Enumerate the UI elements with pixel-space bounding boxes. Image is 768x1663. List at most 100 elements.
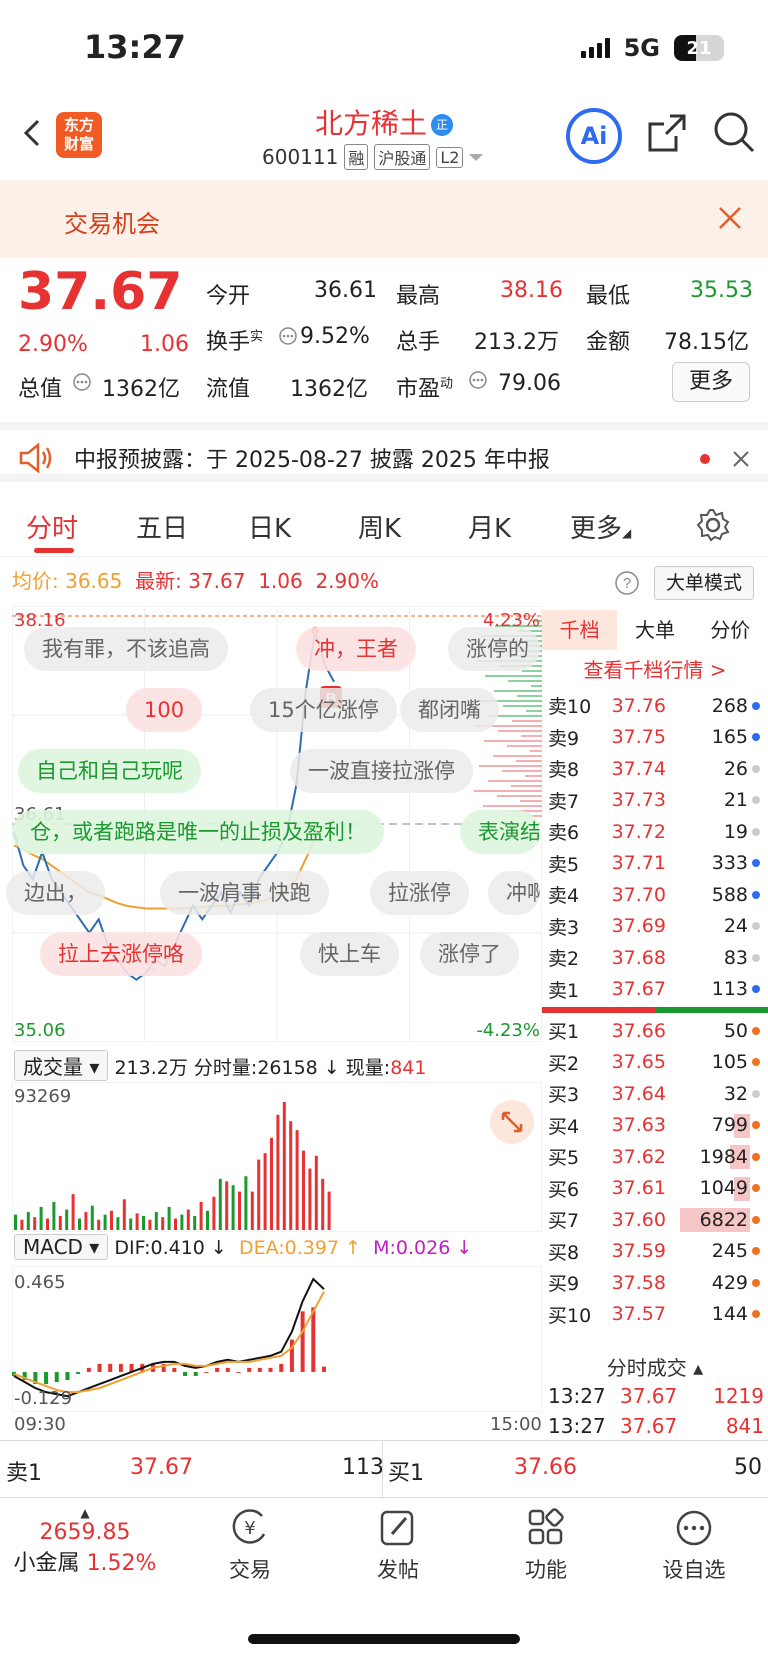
ask-level-row[interactable]: 卖9 37.75 165 xyxy=(542,722,768,754)
help-icon[interactable]: ? xyxy=(614,570,640,596)
level-dot xyxy=(752,953,760,962)
bid-level-row[interactable]: 买10 37.57 144 xyxy=(542,1299,768,1331)
more-button[interactable]: 更多 xyxy=(672,362,750,402)
level-dot xyxy=(752,985,760,994)
volume-bar xyxy=(238,1191,241,1230)
level-dot xyxy=(752,890,760,899)
notice-bar[interactable]: 中报预披露：于 2025-08-27 披露 2025 年中报 xyxy=(0,422,768,482)
nav-functions[interactable]: 功能 xyxy=(486,1508,606,1584)
macd-dropdown[interactable]: MACD ▾ xyxy=(14,1234,109,1260)
level-volume: 19 xyxy=(723,820,748,843)
bid-level-row[interactable]: 买6 37.61 1049 xyxy=(542,1173,768,1205)
ask-level-row[interactable]: 卖4 37.70 588 xyxy=(542,879,768,911)
volume-chart[interactable]: 93269 xyxy=(12,1082,542,1232)
comment-bubble[interactable]: 冲啊 xyxy=(488,871,540,915)
level-dot xyxy=(752,1152,760,1161)
level-label: 卖6 xyxy=(548,822,580,845)
volume-bar xyxy=(33,1217,37,1230)
comment-bubble[interactable]: 100 xyxy=(126,688,203,732)
ask-level-row[interactable]: 卖10 37.76 268 xyxy=(542,690,768,722)
chart-head: 均价: 36.65 最新: 37.67 1.06 2.90% xyxy=(12,569,379,593)
amount-label: 金额 xyxy=(586,330,631,355)
share-icon[interactable] xyxy=(646,112,688,154)
comment-bubble[interactable]: 快上车 xyxy=(300,932,399,976)
bid-level-row[interactable]: 买8 37.59 245 xyxy=(542,1236,768,1268)
tab-price-split[interactable]: 分价 xyxy=(693,610,768,650)
status-icons: 5G 21 xyxy=(580,34,724,62)
comment-bubble[interactable]: 一波肩事 快跑 xyxy=(160,871,329,915)
depth-bar xyxy=(526,710,542,712)
volume-dropdown[interactable]: 成交量 ▾ xyxy=(14,1050,109,1081)
comment-bubble[interactable]: 都闭嘴 xyxy=(400,688,499,732)
comment-bubble[interactable]: 涨停了 xyxy=(420,932,519,976)
level-label: 买2 xyxy=(548,1052,580,1075)
comment-bubble[interactable]: 冲，王者 xyxy=(296,627,416,671)
change-pct: 2.90% xyxy=(18,332,88,357)
info-icon[interactable] xyxy=(72,372,92,392)
comment-bubble[interactable]: 一波直接拉涨停 xyxy=(290,749,473,793)
bid-level-row[interactable]: 买4 37.63 799 xyxy=(542,1110,768,1142)
ask-level-row[interactable]: 卖3 37.69 24 xyxy=(542,911,768,943)
comment-bubble[interactable]: 15个亿涨停 xyxy=(250,688,397,732)
close-icon[interactable] xyxy=(732,450,750,468)
low-value: 35.53 xyxy=(690,278,753,303)
comment-bubble[interactable]: 边出， xyxy=(6,871,105,915)
tab-intraday[interactable]: 分时 xyxy=(26,508,78,545)
macd-chart[interactable]: 0.465 -0.129 xyxy=(12,1266,542,1412)
index-ticker[interactable]: ▲ 2659.85 小金属 1.52% xyxy=(0,1506,170,1577)
bid-level-row[interactable]: 买5 37.62 1984 xyxy=(542,1141,768,1173)
trades-title[interactable]: 分时成交 ▴ xyxy=(542,1352,768,1381)
level-price: 37.65 xyxy=(611,1051,666,1074)
ai-button[interactable]: Ai xyxy=(566,108,622,164)
ask-level-row[interactable]: 卖5 37.71 333 xyxy=(542,848,768,880)
ask-level-row[interactable]: 卖2 37.68 83 xyxy=(542,942,768,974)
bid-level-row[interactable]: 买7 37.60 6822 xyxy=(542,1204,768,1236)
bid-level-row[interactable]: 买3 37.64 32 xyxy=(542,1078,768,1110)
nav-trade[interactable]: ¥ 交易 xyxy=(190,1508,310,1584)
bid-level-row[interactable]: 买1 37.66 50 xyxy=(542,1015,768,1047)
info-icon[interactable] xyxy=(468,370,488,390)
bid-level-row[interactable]: 买2 37.65 105 xyxy=(542,1047,768,1079)
info-icon[interactable] xyxy=(278,326,298,346)
comment-bubble[interactable]: 涨停的 xyxy=(448,627,540,671)
comment-bubble[interactable]: 表演结 xyxy=(460,810,540,854)
ask-level-row[interactable]: 卖6 37.72 19 xyxy=(542,816,768,848)
status-time: 13:27 xyxy=(84,28,186,66)
comment-bubble[interactable]: 自己和自己玩呢 xyxy=(18,749,201,793)
ask-level-row[interactable]: 卖1 37.67 113 xyxy=(542,974,768,1006)
level-label: 买3 xyxy=(548,1084,580,1107)
comment-bubble[interactable]: 我有罪，不该追高 xyxy=(24,627,228,671)
tab-big-orders[interactable]: 大单 xyxy=(617,610,692,650)
comment-bubble[interactable]: 仓，或者跑路是唯一的止损及盈利！ xyxy=(12,810,384,854)
close-icon[interactable] xyxy=(718,206,742,230)
tab-more[interactable]: 更多◢ xyxy=(570,508,631,545)
depth-bar xyxy=(498,730,542,732)
expand-button[interactable] xyxy=(490,1100,534,1144)
dropdown-icon[interactable] xyxy=(469,152,484,162)
nav-add-watchlist[interactable]: 设自选 xyxy=(634,1508,754,1584)
tab-five-day[interactable]: 五日 xyxy=(136,508,188,545)
big-order-mode-button[interactable]: 大单模式 xyxy=(654,566,754,600)
tab-thousand-level[interactable]: 千档 xyxy=(542,610,618,650)
volume-head: 成交量 ▾ 213.2万 分时量:26158 ↓ 现量:841 xyxy=(14,1050,426,1081)
tab-monthly-k[interactable]: 月K xyxy=(468,508,511,545)
best-bid-ask-bar: 卖1 37.67 113 买1 37.66 50 xyxy=(0,1440,768,1499)
view-depth-link[interactable]: 查看千档行情 > xyxy=(542,650,768,690)
search-icon[interactable] xyxy=(712,110,756,154)
macd-bar xyxy=(172,1367,177,1372)
tab-daily-k[interactable]: 日K xyxy=(248,508,291,545)
bid-level-row[interactable]: 买9 37.58 429 xyxy=(542,1267,768,1299)
gear-icon[interactable] xyxy=(696,508,730,542)
depth-bar xyxy=(493,755,542,757)
level-volume: 26 xyxy=(723,757,748,780)
ask-level-row[interactable]: 卖7 37.73 21 xyxy=(542,785,768,817)
level-label: 买7 xyxy=(548,1210,580,1233)
comment-bubble[interactable]: 拉上去涨停咯 xyxy=(40,932,202,976)
nav-post[interactable]: 发帖 xyxy=(338,1508,458,1584)
comment-bubble[interactable]: 拉涨停 xyxy=(370,871,469,915)
tab-weekly-k[interactable]: 周K xyxy=(358,508,401,545)
opportunity-banner[interactable]: 交易机会 xyxy=(0,180,768,258)
amount-value: 78.15亿 xyxy=(664,330,749,355)
ask-level-row[interactable]: 卖8 37.74 26 xyxy=(542,753,768,785)
bid-price: 37.66 xyxy=(514,1455,577,1480)
